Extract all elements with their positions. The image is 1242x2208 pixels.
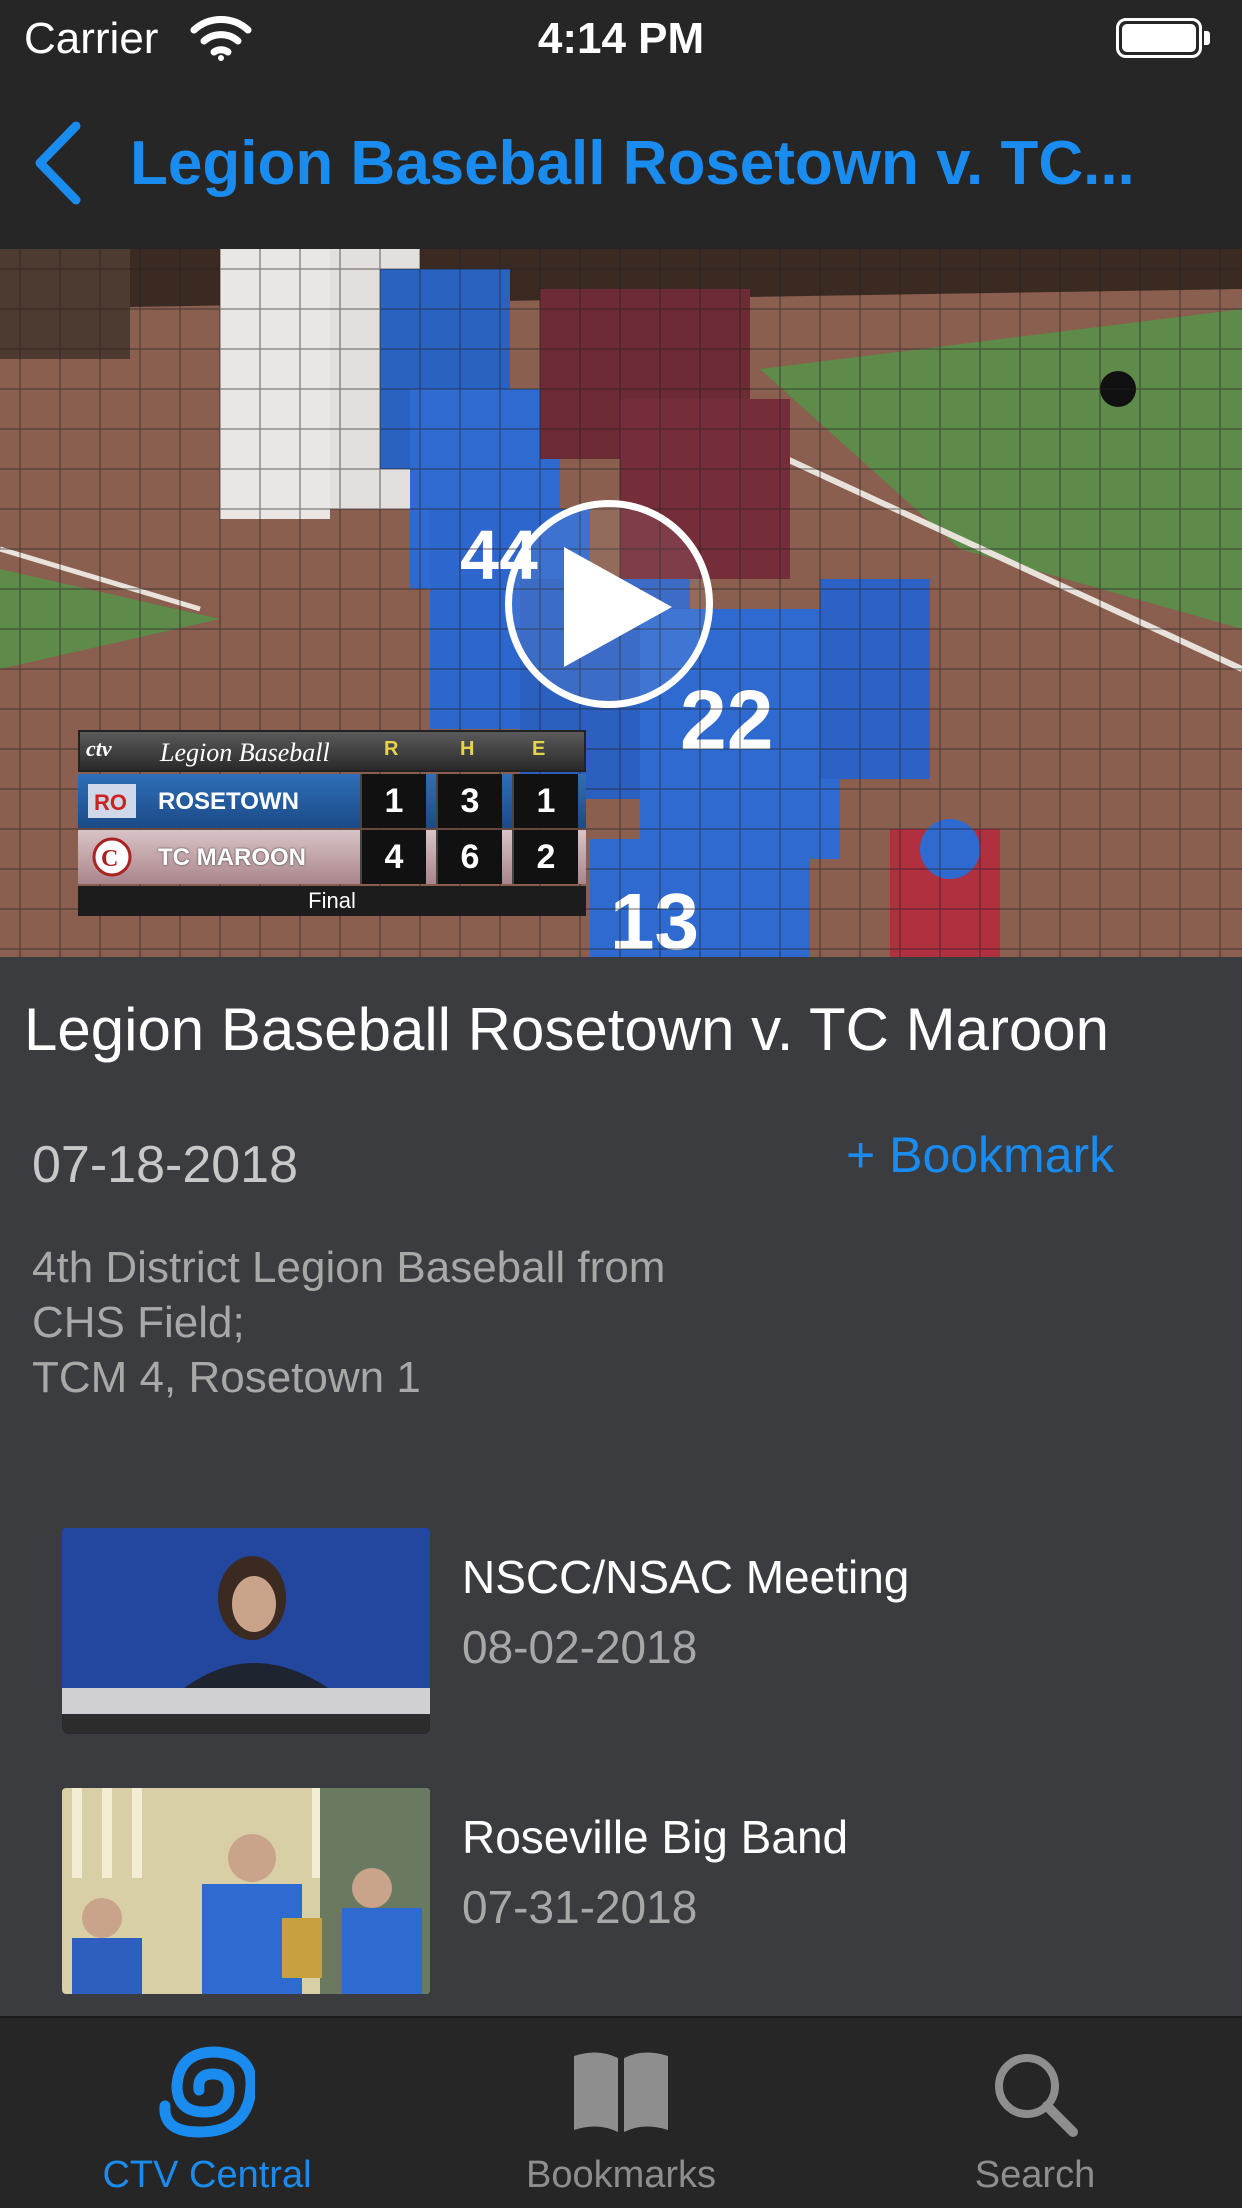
book-icon (566, 2046, 676, 2143)
video-date: 07-18-2018 (32, 1136, 298, 1194)
team-errors: 1 (512, 774, 578, 828)
rosetown-emblem: RO (88, 784, 136, 818)
video-player[interactable]: 44 22 13 ctv Legion Baseball R H E RO RO… (0, 249, 1242, 957)
video-description: 4th District Legion Baseball from CHS Fi… (32, 1243, 666, 1402)
list-item[interactable]: Roseville Big Band 07-31-2018 (0, 1788, 1242, 1998)
tab-label: Search (974, 2154, 1096, 2196)
scoreboard-overlay: ctv Legion Baseball R H E RO ROSETOWN 1 … (78, 730, 586, 916)
svg-text:22: 22 (680, 673, 773, 767)
nav-title: Legion Baseball Rosetown v. TC... (130, 129, 1135, 198)
score-col-e: E (532, 738, 546, 760)
item-title: Roseville Big Band (462, 1811, 849, 1863)
item-date: 08-02-2018 (462, 1621, 698, 1673)
score-row-away: RO ROSETOWN 1 3 1 (78, 774, 586, 828)
video-title: Legion Baseball Rosetown v. TC Maroon (24, 996, 1110, 1063)
score-col-r: R (384, 738, 399, 760)
ctv-sports-logo: ctv (86, 736, 112, 761)
search-icon (987, 2046, 1083, 2147)
team-hits: 3 (436, 774, 502, 828)
back-chevron-icon[interactable] (30, 118, 86, 213)
bookmark-button[interactable]: + Bookmark (846, 1126, 1114, 1184)
tab-label: CTV Central (102, 2154, 312, 2196)
game-status: Final (78, 886, 586, 916)
tab-bookmarks[interactable]: Bookmarks (414, 2018, 828, 2208)
team-name: TC MAROON (158, 844, 306, 871)
thumbnail-image (62, 1528, 430, 1734)
team-errors: 2 (512, 830, 578, 884)
tab-search[interactable]: Search (828, 2018, 1242, 2208)
battery-icon (1116, 18, 1212, 62)
play-button[interactable] (505, 500, 713, 708)
team-hits: 6 (436, 830, 502, 884)
team-runs: 1 (360, 774, 426, 828)
score-col-h: H (460, 738, 475, 760)
play-icon (564, 547, 672, 667)
item-title: NSCC/NSAC Meeting (462, 1551, 910, 1603)
thumbnail-image (62, 1788, 430, 1994)
tab-ctv-central[interactable]: CTV Central (0, 2018, 414, 2208)
score-row-home: C TC MAROON 4 6 2 (78, 830, 586, 884)
team-runs: 4 (360, 830, 426, 884)
tc-emblem: C (92, 837, 132, 877)
clock: 4:14 PM (537, 14, 705, 63)
svg-text:RO: RO (94, 790, 127, 815)
item-date: 07-31-2018 (462, 1881, 698, 1933)
tab-label: Bookmarks (525, 2154, 717, 2196)
svg-text:C: C (101, 846, 118, 872)
tab-bar: CTV Central Bookmarks Search (0, 2016, 1242, 2208)
scoreboard-league: Legion Baseball (160, 738, 330, 767)
svg-text:13: 13 (610, 877, 699, 957)
top-bar: Carrier 4:14 PM Legion Baseball Rosetown… (0, 0, 1242, 249)
ctv-swirl-icon (159, 2046, 257, 2143)
list-item[interactable]: NSCC/NSAC Meeting 08-02-2018 (0, 1528, 1242, 1738)
team-name: ROSETOWN (158, 788, 299, 815)
status-bar: Carrier 4:14 PM (0, 0, 1242, 80)
